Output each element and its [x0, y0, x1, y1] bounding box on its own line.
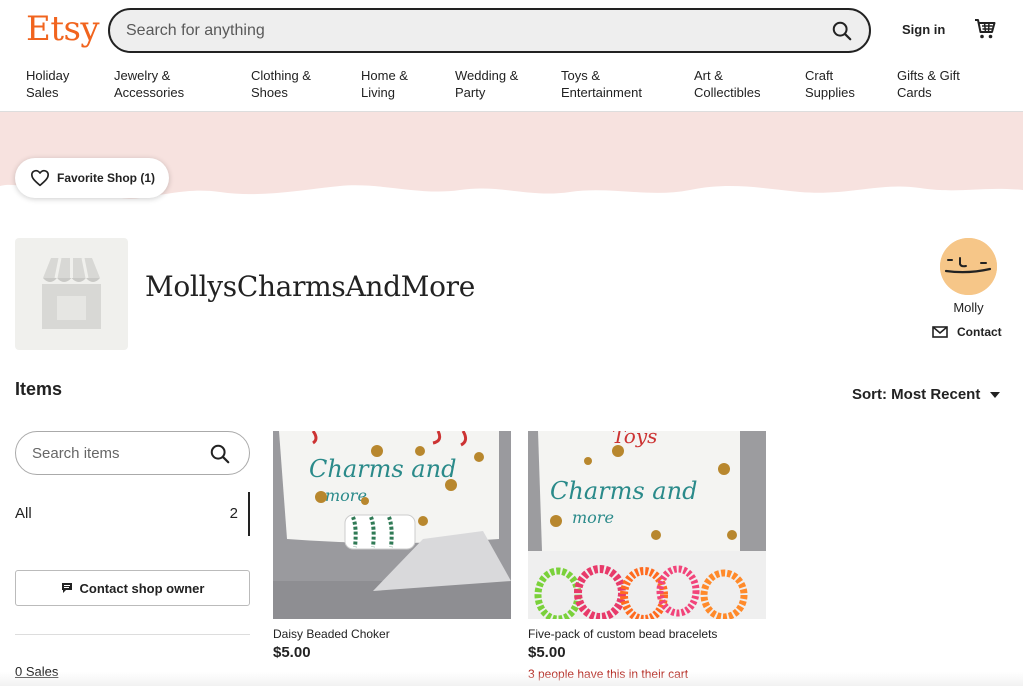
item-search-input[interactable] [32, 432, 202, 474]
listing-price: $5.00 [273, 644, 311, 661]
heart-icon [31, 169, 49, 187]
category-holiday-sales[interactable]: Holiday Sales [26, 67, 69, 101]
cart-icon [975, 19, 996, 39]
sort-label: Sort: Most Recent [852, 386, 981, 403]
sign-text-line1: Charms and [309, 455, 456, 483]
section-all-label: All [15, 505, 32, 522]
listing-title[interactable]: Daisy Beaded Choker [273, 627, 511, 641]
sign-text-line1: Charms and [550, 477, 697, 505]
item-search-bar [15, 431, 250, 475]
favorite-shop-button[interactable]: Favorite Shop (1) [15, 158, 169, 198]
listing-card[interactable]: Toys Charms and more Five-pack of custom… [528, 431, 766, 681]
global-search-input[interactable] [126, 10, 806, 51]
sign-text-line2: more [325, 486, 367, 505]
owner-avatar[interactable] [940, 238, 997, 295]
search-icon[interactable] [209, 443, 231, 465]
owner-face-drawing [940, 238, 997, 295]
listing-card[interactable]: Charms and more Daisy Beaded Choker $5.0… [273, 431, 511, 661]
category-home-living[interactable]: Home & Living [361, 67, 408, 101]
favorite-shop-label: Favorite Shop (1) [57, 171, 156, 185]
search-button[interactable] [825, 14, 859, 48]
sign-text-line2: more [572, 508, 614, 527]
section-filter-all[interactable]: All 2 [15, 490, 250, 536]
sidebar-divider [15, 634, 250, 635]
category-nav: Holiday Sales Jewelry & Accessories Clothi… [0, 67, 1023, 107]
category-art-collectibles[interactable]: Art & Collectibles [694, 67, 760, 101]
listing-price: $5.00 [528, 644, 566, 661]
site-header: Etsy Sign in HolidaySales Jewelry &Acces… [0, 0, 1023, 112]
category-clothing-shoes[interactable]: Clothing & Shoes [251, 67, 311, 101]
category-gifts-gift-cards[interactable]: Gifts & Gift Cards [897, 67, 960, 101]
category-jewelry-accessories[interactable]: Jewelry & Accessories [114, 67, 184, 101]
cart-button[interactable] [973, 17, 997, 41]
sort-dropdown[interactable]: Sort: Most Recent [852, 386, 1001, 403]
bottom-fade [0, 672, 1023, 686]
choker-photo: Charms and more [273, 431, 511, 619]
category-toys-entertainment[interactable]: Toys & Entertainment [561, 67, 642, 101]
contact-shop-owner-button[interactable]: Contact shop owner [15, 570, 250, 606]
search-icon [832, 21, 852, 41]
contact-owner-link[interactable]: Contact [932, 325, 1002, 339]
etsy-logo[interactable]: Etsy [26, 9, 100, 49]
shop-name: MollysCharmsAndMore [145, 270, 476, 303]
listing-image[interactable]: Toys Charms and more [528, 431, 766, 619]
shop-logo [15, 238, 128, 350]
category-wedding-party[interactable]: Wedding & Party [455, 67, 518, 101]
mail-icon [932, 326, 948, 338]
contact-shop-owner-label: Contact shop owner [79, 580, 205, 596]
selected-indicator [248, 492, 250, 536]
contact-label: Contact [957, 325, 1002, 339]
listing-title[interactable]: Five-pack of custom bead bracelets [528, 627, 766, 641]
listing-image[interactable]: Charms and more [273, 431, 511, 619]
storefront-icon [42, 257, 101, 329]
owner-name[interactable]: Molly [940, 300, 997, 315]
global-search-bar [108, 8, 871, 53]
sign-in-link[interactable]: Sign in [902, 22, 945, 37]
message-icon [61, 583, 72, 593]
section-all-count: 2 [229, 505, 238, 522]
category-craft-supplies[interactable]: Craft Supplies [805, 67, 855, 101]
caret-down-icon [990, 391, 1001, 398]
items-heading: Items [15, 379, 63, 399]
bracelets-photo: Toys Charms and more [528, 431, 766, 619]
